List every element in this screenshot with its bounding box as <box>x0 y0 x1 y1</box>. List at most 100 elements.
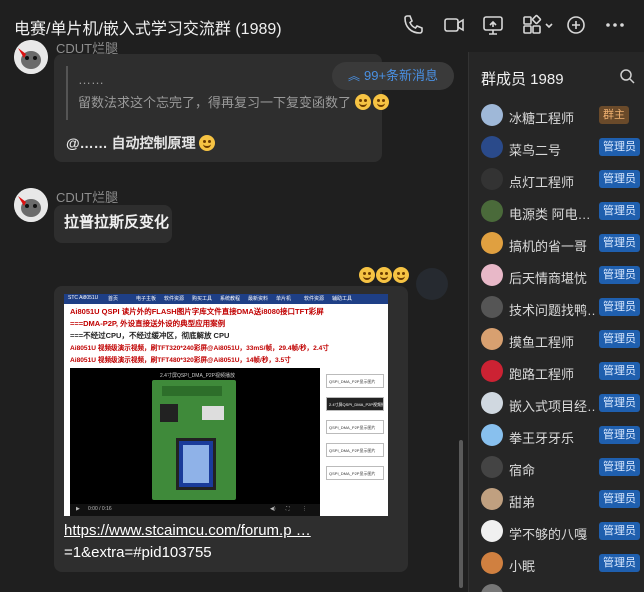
admin-badge: 管理员 <box>599 554 640 572</box>
playlist-item[interactable]: QSPI_DMA_P2P显示图片 <box>326 420 384 434</box>
quote-text: …… <box>78 72 104 87</box>
message-list[interactable]: CDUT烂腿 …… 留数法求这个忘完了，得再复习一下复变函数了 @…… 自动控制… <box>0 40 468 592</box>
video-title: 2.4寸屏QSPI_DMA_P2P视频播放 <box>160 373 236 379</box>
member-item[interactable]: 搞机的省一哥 管理员 <box>469 228 644 260</box>
member-item[interactable]: 冰糖工程师 群主 <box>469 100 644 132</box>
nav-item: 软件资源 <box>164 296 185 302</box>
member-item[interactable]: 电源类 阿电… 管理员 <box>469 196 644 228</box>
chip <box>160 404 178 422</box>
playlist-item[interactable]: 2.4寸屏QSPI_DMA_P2P视频播放 <box>326 397 384 411</box>
preview-navbar: STC Ai8051U 首页 电子主板 软件资源 购买工具 系统教程 最新资料 … <box>64 294 388 304</box>
connector <box>202 406 224 420</box>
nav-item: 软件资源 <box>304 296 325 302</box>
member-item[interactable]: 点灯工程师 管理员 <box>469 164 644 196</box>
member-item[interactable]: 后天情商堪忧 管理员 <box>469 260 644 292</box>
member-name: 小 … <box>509 588 595 592</box>
search-icon[interactable] <box>619 68 635 84</box>
avatar[interactable] <box>481 264 503 286</box>
fullscreen-icon[interactable]: ⛶ <box>286 506 290 512</box>
more-icon[interactable]: ⋮ <box>302 506 307 512</box>
link-preview-card[interactable]: STC Ai8051U 首页 电子主板 软件资源 购买工具 系统教程 最新资料 … <box>54 286 408 572</box>
avatar[interactable] <box>481 232 503 254</box>
avatar[interactable] <box>416 268 448 300</box>
screen-share-icon[interactable] <box>481 13 505 37</box>
preview-text-line: Ai8051U QSPI 读片外的FLASH图片字库文件直接DMA送i8080接… <box>70 307 324 316</box>
member-item[interactable]: 技术问题找鸭… 管理员 <box>469 292 644 324</box>
logo: STC Ai8051U <box>68 295 99 301</box>
member-item[interactable]: 拳王牙牙乐 管理员 <box>469 420 644 452</box>
chat-scrollbar[interactable] <box>459 440 463 588</box>
member-item[interactable]: 宿命 管理员 <box>469 452 644 484</box>
member-item[interactable]: 嵌入式项目经… 管理员 <box>469 388 644 420</box>
link-url-continuation[interactable]: =1&extra=#pid103755 <box>64 544 212 561</box>
member-name: 嵌入式项目经… <box>509 399 595 414</box>
member-item[interactable]: 学不够的八嘎 管理员 <box>469 516 644 548</box>
member-name: 小眠 <box>509 559 536 574</box>
nav-item: 单片机 <box>276 296 292 302</box>
video-time: 0:00 / 0:16 <box>88 506 112 512</box>
new-messages-button[interactable]: ︽ 99+条新消息 <box>332 62 454 90</box>
member-name: 拳王牙牙乐 <box>509 431 575 446</box>
member-item[interactable]: 菜鸟二号 管理员 <box>469 132 644 164</box>
member-name: 电源类 阿电… <box>509 207 591 222</box>
member-item[interactable]: 小 … <box>469 580 644 592</box>
avatar[interactable] <box>481 360 503 382</box>
avatar[interactable] <box>481 488 503 510</box>
member-name: 技术问题找鸭… <box>509 303 595 318</box>
pcb-board-image <box>152 380 236 500</box>
video-controls[interactable]: ▶ 0:00 / 0:16 ◀) ⛶ ⋮ <box>70 504 320 516</box>
quote-text: 留数法求这个忘完了，得再复习一下复变函数了 <box>78 92 389 111</box>
playlist-item[interactable]: QSPI_DMA_P2P显示图片 <box>326 443 384 457</box>
member-item[interactable]: 小眠 管理员 <box>469 548 644 580</box>
add-circle-icon[interactable] <box>564 13 588 37</box>
admin-badge: 管理员 <box>599 202 640 220</box>
admin-badge: 管理员 <box>599 170 640 188</box>
playlist: QSPI_DMA_P2P显示图片 2.4寸屏QSPI_DMA_P2P视频播放 Q… <box>326 374 384 489</box>
avatar[interactable] <box>14 40 48 74</box>
phone-icon[interactable] <box>401 13 425 37</box>
video-player[interactable]: 2.4寸屏QSPI_DMA_P2P视频播放 ▶ 0:00 / 0:16 ◀) ⛶… <box>70 368 320 516</box>
avatar[interactable] <box>481 104 503 126</box>
member-name: 宿命 <box>509 463 536 478</box>
avatar[interactable] <box>481 520 503 542</box>
admin-badge: 管理员 <box>599 426 640 444</box>
link-url[interactable]: https://www.stcaimcu.com/forum.p … <box>64 522 311 539</box>
board-header <box>162 386 222 396</box>
avatar[interactable] <box>481 296 503 318</box>
play-icon[interactable]: ▶ <box>76 506 80 512</box>
quoted-message[interactable]: …… 留数法求这个忘完了，得再复习一下复变函数了 <box>66 66 389 120</box>
nav-item: 系统教程 <box>220 296 241 302</box>
apps-icon[interactable] <box>521 13 555 37</box>
reaction-emoji-icon[interactable] <box>393 267 409 283</box>
video-call-icon[interactable] <box>442 13 466 37</box>
avatar[interactable] <box>481 200 503 222</box>
avatar[interactable] <box>481 584 503 592</box>
admin-badge: 管理员 <box>599 522 640 540</box>
message-text: @…… 自动控制原理 <box>66 133 216 153</box>
playlist-item[interactable]: QSPI_DMA_P2P显示图片 <box>326 374 384 388</box>
admin-badge: 管理员 <box>599 490 640 508</box>
avatar[interactable] <box>481 168 503 190</box>
member-item[interactable]: 跑路工程师 管理员 <box>469 356 644 388</box>
avatar[interactable] <box>481 392 503 414</box>
mute-icon[interactable]: ◀) <box>270 506 276 512</box>
avatar[interactable] <box>481 456 503 478</box>
avatar[interactable] <box>481 552 503 574</box>
playlist-item[interactable]: QSPI_DMA_P2P显示图片 <box>326 466 384 480</box>
preview-image[interactable]: STC Ai8051U 首页 电子主板 软件资源 购买工具 系统教程 最新资料 … <box>64 294 388 516</box>
preview-text-line: Ai8051U 视频级演示视频，刷TFT480*320彩屏@Ai8051U，14… <box>70 357 291 364</box>
avatar[interactable] <box>14 188 48 222</box>
nav-item: 购买工具 <box>192 296 213 302</box>
new-messages-label: 99+条新消息 <box>364 68 439 83</box>
more-icon[interactable] <box>603 13 627 37</box>
member-item[interactable]: 甜弟 管理员 <box>469 484 644 516</box>
member-panel-title: 群成员 1989 <box>481 71 564 88</box>
avatar[interactable] <box>481 328 503 350</box>
member-item[interactable]: 摸鱼工程师 管理员 <box>469 324 644 356</box>
member-name: 甜弟 <box>509 495 536 510</box>
avatar[interactable] <box>481 424 503 446</box>
avatar[interactable] <box>481 136 503 158</box>
reaction-emoji-icon[interactable] <box>376 267 392 283</box>
reaction-emoji-icon[interactable] <box>359 267 375 283</box>
admin-badge: 管理员 <box>599 266 640 284</box>
